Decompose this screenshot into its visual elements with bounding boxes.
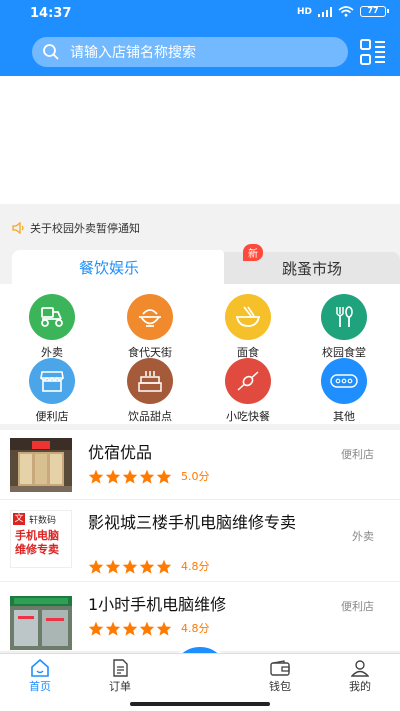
cutlery-icon	[321, 294, 367, 340]
thumb-text: 手机电脑维修专卖	[15, 529, 59, 556]
category-drinks-desserts[interactable]: 饮品甜点	[110, 358, 190, 423]
store-thumbnail	[10, 438, 72, 492]
store-thumbnail: 文 轩数码 手机电脑维修专卖	[10, 510, 72, 568]
category-grid: 外卖 食代天街 面食 校园食堂 便利店 饮品甜点 小吃快餐 其他	[0, 284, 400, 424]
notice-text: 关于校园外卖暂停通知	[30, 222, 140, 235]
category-other[interactable]: 其他	[304, 358, 384, 423]
category-snacks[interactable]: 小吃快餐	[208, 358, 288, 423]
search-icon	[43, 44, 59, 60]
tab-orders-label: 订单	[109, 680, 131, 693]
system-nav-bar	[0, 697, 400, 711]
store-name: 影视城三楼手机电脑维修专卖	[88, 513, 297, 532]
wallet-icon	[240, 658, 320, 678]
bottom-tab-bar: 首页 订单 钱包 我的	[0, 653, 400, 697]
wifi-icon	[338, 6, 354, 17]
rating: 4.8分	[88, 558, 210, 574]
store-list: 优宿优品 便利店 5.0分 文 轩数码 手机电脑维修专卖 影视城三楼手机电脑维修…	[0, 430, 400, 652]
new-badge: 新	[243, 244, 263, 261]
star-rating-icon	[88, 621, 173, 636]
tab-orders[interactable]: 订单	[80, 658, 160, 694]
tab-home[interactable]: 首页	[0, 658, 80, 694]
header: 请输入店铺名称搜索	[0, 28, 400, 76]
star-rating-icon	[88, 559, 173, 574]
tab-wallet-label: 钱包	[269, 680, 291, 693]
tab-profile-label: 我的	[349, 680, 371, 693]
category-food-street[interactable]: 食代天街	[110, 294, 190, 359]
store-name: 1小时手机电脑维修	[88, 595, 227, 614]
category-label: 饮品甜点	[128, 410, 172, 423]
rating-score: 4.8分	[181, 622, 210, 635]
search-input[interactable]: 请输入店铺名称搜索	[32, 37, 348, 67]
tab-flea-market-label: 跳蚤市场	[281, 259, 342, 278]
more-icon	[321, 358, 367, 404]
store-name: 优宿优品	[88, 443, 153, 462]
battery-icon: 77	[360, 6, 389, 17]
skewer-icon	[225, 358, 271, 404]
category-convenience-store[interactable]: 便利店	[12, 358, 92, 423]
store-category: 便利店	[341, 600, 374, 613]
tab-profile[interactable]: 我的	[320, 658, 400, 694]
tab-catering-label: 餐饮娱乐	[78, 258, 139, 277]
store-item[interactable]: 优宿优品 便利店 5.0分	[0, 430, 400, 500]
profile-icon	[320, 658, 400, 678]
tab-catering[interactable]: 餐饮娱乐	[12, 250, 240, 284]
banner-area[interactable]	[0, 76, 400, 204]
store-category: 外卖	[352, 530, 374, 543]
home-icon	[0, 658, 80, 678]
speaker-icon	[12, 222, 24, 234]
star-rating-icon	[88, 469, 173, 484]
search-placeholder: 请输入店铺名称搜索	[70, 45, 196, 61]
store-thumbnail	[10, 596, 72, 650]
scan-code-icon[interactable]	[360, 39, 386, 65]
status-icons: HD 77	[296, 6, 389, 17]
rating-score: 4.8分	[181, 560, 210, 573]
noodles-icon	[225, 294, 271, 340]
cake-icon	[127, 358, 173, 404]
notice-bar[interactable]: 关于校园外卖暂停通知	[0, 214, 400, 242]
bowl-icon	[127, 294, 173, 340]
home-indicator[interactable]	[130, 702, 270, 706]
status-time: 14:37	[30, 6, 72, 21]
tab-wallet[interactable]: 钱包	[240, 658, 320, 694]
scooter-icon	[29, 294, 75, 340]
status-bar: 14:37 HD 77	[0, 0, 400, 28]
category-noodles[interactable]: 面食	[208, 294, 288, 359]
store-icon	[29, 358, 75, 404]
category-tabs: 餐饮娱乐 跳蚤市场 新	[12, 244, 400, 284]
store-category: 便利店	[341, 448, 374, 461]
store-item[interactable]: 1小时手机电脑维修 便利店 4.8分	[0, 582, 400, 652]
category-label: 便利店	[35, 410, 69, 423]
thumb-logo-text: 轩数码	[29, 516, 57, 526]
category-label: 其他	[333, 410, 355, 423]
rating: 5.0分	[88, 468, 210, 484]
rating-score: 5.0分	[181, 470, 210, 483]
rating: 4.8分	[88, 620, 210, 636]
tab-home-label: 首页	[29, 680, 51, 693]
category-takeout[interactable]: 外卖	[12, 294, 92, 359]
category-label: 小吃快餐	[226, 410, 270, 423]
signal-icon	[318, 6, 332, 17]
store-item[interactable]: 文 轩数码 手机电脑维修专卖 影视城三楼手机电脑维修专卖 外卖 4.8分	[0, 500, 400, 582]
category-canteen[interactable]: 校园食堂	[304, 294, 384, 359]
signal-label: HD	[296, 6, 312, 17]
order-icon	[80, 658, 160, 678]
store-logo-icon: 文	[13, 513, 25, 525]
